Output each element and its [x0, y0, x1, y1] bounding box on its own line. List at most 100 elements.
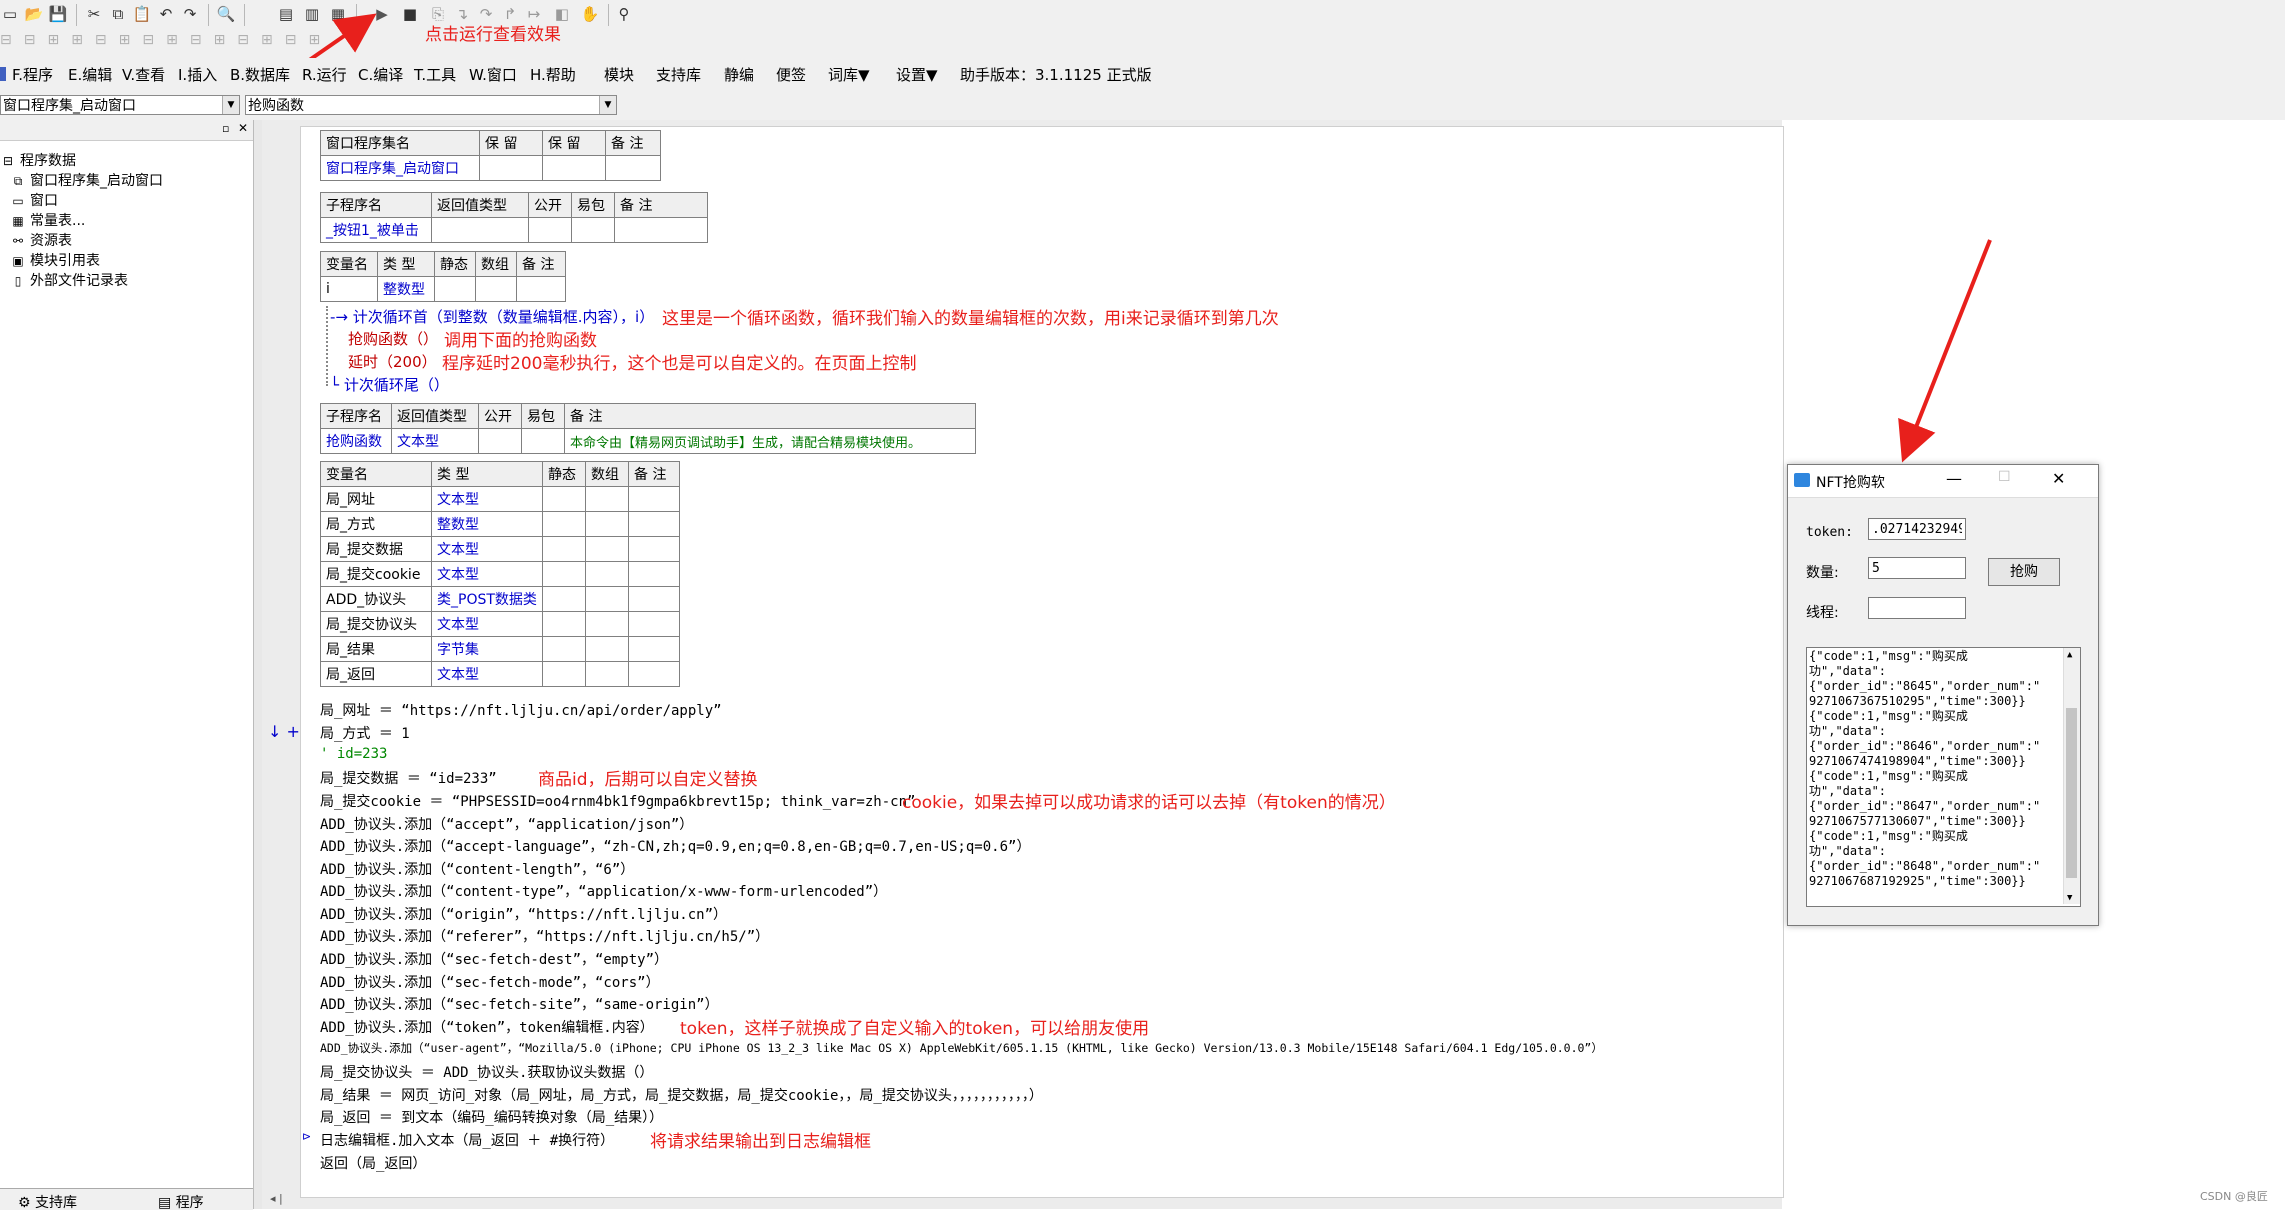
close-icon[interactable]: ✕ — [238, 121, 248, 135]
window-titlebar[interactable]: NFT抢购软 — ☐ ✕ — [1788, 465, 2098, 498]
menu-run[interactable]: R.运行 — [302, 64, 347, 85]
tab-program[interactable]: ▤ 程序 — [158, 1192, 204, 1212]
table-cell[interactable] — [542, 536, 586, 562]
code-line[interactable]: ADD_协议头.添加（“accept”，“application/json”） — [320, 814, 693, 834]
table-cell[interactable] — [585, 636, 629, 662]
table-cell[interactable] — [614, 217, 708, 243]
menu-file[interactable]: F.程序 — [12, 64, 53, 85]
menu-compile[interactable]: C.编译 — [358, 64, 403, 85]
pin-icon[interactable]: ▫ — [222, 122, 229, 135]
var-type-cell[interactable]: 字节集 — [431, 636, 543, 662]
code-line[interactable]: 局_返回 ＝ 到文本（编码_编码转换对象（局_结果）） — [320, 1107, 663, 1127]
sub-name-cell[interactable]: 抢购函数 — [320, 428, 392, 454]
sub-name-cell[interactable]: _按钮1_被单击 — [320, 217, 432, 243]
token-input[interactable] — [1868, 518, 1966, 540]
menu-static[interactable]: 静编 — [724, 64, 754, 85]
var-name-cell[interactable]: 局_结果 — [320, 636, 432, 662]
var-type-cell[interactable]: 整数型 — [377, 276, 435, 302]
table-cell[interactable] — [628, 486, 680, 512]
code-line[interactable]: ADD_协议头.添加（“sec-fetch-dest”，“empty”） — [320, 949, 668, 969]
var-type-cell[interactable]: 类_POST数据类 — [431, 586, 543, 612]
var-name-cell[interactable]: 局_提交协议头 — [320, 611, 432, 637]
table-cell[interactable] — [585, 511, 629, 537]
buy-button[interactable]: 抢购 — [1988, 558, 2060, 586]
menu-settings[interactable]: 设置▼ — [896, 64, 938, 85]
tree-item-resources[interactable]: ⚯ 资源表 — [10, 230, 72, 250]
code-line[interactable]: ' id=233 — [320, 746, 387, 762]
menu-database[interactable]: B.数据库 — [230, 64, 290, 85]
expand-icon[interactable]: ⊳ — [302, 1130, 311, 1143]
table-cell[interactable] — [431, 217, 529, 243]
menu-tools[interactable]: T.工具 — [414, 64, 456, 85]
tree-item-assembly[interactable]: ⧉ 窗口程序集_启动窗口 — [10, 170, 163, 190]
tab-support-lib[interactable]: ⚙ 支持库 — [18, 1192, 77, 1212]
table-cell[interactable] — [628, 661, 680, 687]
table-cell[interactable] — [585, 561, 629, 587]
table-cell[interactable] — [628, 561, 680, 587]
var-name-cell[interactable]: 局_提交数据 — [320, 536, 432, 562]
menu-insert[interactable]: I.插入 — [178, 64, 217, 85]
maximize-icon[interactable]: ☐ — [1998, 469, 2011, 485]
splitter[interactable] — [254, 120, 262, 1209]
var-type-cell[interactable]: 文本型 — [431, 536, 543, 562]
code-line[interactable]: 局_结果 ＝ 网页_访问_对象（局_网址，局_方式，局_提交数据，局_提交coo… — [320, 1085, 1043, 1105]
code-line[interactable]: 返回（局_返回） — [320, 1153, 426, 1173]
scroll-up-icon[interactable]: ▲ — [2067, 648, 2072, 663]
var-name-cell[interactable]: ADD_协议头 — [320, 586, 432, 612]
table-cell[interactable] — [628, 636, 680, 662]
table-cell[interactable] — [528, 217, 572, 243]
table-cell[interactable] — [542, 586, 586, 612]
code-line[interactable]: ADD_协议头.添加（“content-length”，“6”） — [320, 859, 634, 879]
table-cell[interactable] — [628, 511, 680, 537]
var-type-cell[interactable]: 文本型 — [431, 611, 543, 637]
code-line[interactable]: ADD_协议头.添加（“sec-fetch-mode”，“cors”） — [320, 972, 660, 992]
menu-view[interactable]: V.查看 — [122, 64, 165, 85]
code-line[interactable]: ADD_协议头.添加（“accept-language”，“zh-CN,zh;q… — [320, 836, 1030, 856]
table-cell[interactable] — [542, 486, 586, 512]
var-type-cell[interactable]: 文本型 — [431, 661, 543, 687]
var-name-cell[interactable]: i — [320, 276, 378, 302]
menu-notes[interactable]: 便签 — [776, 64, 806, 85]
code-line[interactable]: 局_提交cookie ＝ “PHPSESSID=oo4rnm4bk1f9gmpa… — [320, 791, 915, 811]
var-type-cell[interactable]: 文本型 — [431, 486, 543, 512]
thread-input[interactable] — [1868, 597, 1966, 619]
code-line[interactable]: ADD_协议头.添加（“user-agent”，“Mozilla/5.0 (iP… — [320, 1040, 1603, 1056]
menu-window[interactable]: W.窗口 — [469, 64, 517, 85]
menu-help[interactable]: H.帮助 — [530, 64, 576, 85]
log-scrollbar[interactable]: ▲ ▼ — [2063, 648, 2080, 904]
close-icon[interactable]: ✕ — [2052, 469, 2065, 488]
code-line[interactable]: ADD_协议头.添加（“referer”，“https://nft.ljlju.… — [320, 926, 769, 946]
table-cell[interactable] — [585, 661, 629, 687]
menu-edit[interactable]: E.编辑 — [68, 64, 112, 85]
function-select[interactable]: 抢购函数 ▼ — [245, 95, 617, 115]
assembly-name-cell[interactable]: 窗口程序集_启动窗口 — [320, 155, 480, 181]
sub-note-cell[interactable]: 本命令由【精易网页调试助手】生成，请配合精易模块使用。 — [564, 428, 976, 454]
var-type-cell[interactable]: 整数型 — [431, 511, 543, 537]
table-cell[interactable] — [542, 511, 586, 537]
code-line[interactable]: 局_提交数据 ＝ “id=233” — [320, 768, 497, 788]
var-name-cell[interactable]: 局_网址 — [320, 486, 432, 512]
return-type-cell[interactable]: 文本型 — [391, 428, 479, 454]
var-name-cell[interactable]: 局_提交cookie — [320, 561, 432, 587]
scroll-left-icon[interactable]: ◂ | — [270, 1192, 310, 1209]
table-cell[interactable] — [479, 155, 543, 181]
qty-input[interactable] — [1868, 557, 1966, 579]
code-line[interactable]: 局_网址 ＝ “https://nft.ljlju.cn/api/order/a… — [320, 700, 722, 720]
assembly-select[interactable]: 窗口程序集_启动窗口 ▼ — [0, 95, 240, 115]
menu-module[interactable]: 模块 — [604, 64, 634, 85]
var-name-cell[interactable]: 局_方式 — [320, 511, 432, 537]
code-line[interactable]: ADD_协议头.添加（“sec-fetch-site”，“same-origin… — [320, 994, 719, 1014]
table-cell[interactable] — [434, 276, 476, 302]
code-line[interactable]: 局_方式 ＝ 1 — [320, 723, 410, 743]
table-cell[interactable] — [542, 155, 606, 181]
table-cell[interactable] — [542, 561, 586, 587]
scroll-thumb[interactable] — [2066, 708, 2077, 878]
table-cell[interactable] — [585, 536, 629, 562]
table-cell[interactable] — [542, 661, 586, 687]
tree-item-modules[interactable]: ▣ 模块引用表 — [10, 250, 100, 270]
menu-dictionary[interactable]: 词库▼ — [828, 64, 870, 85]
table-cell[interactable] — [628, 611, 680, 637]
table-cell[interactable] — [585, 486, 629, 512]
table-cell[interactable] — [521, 428, 565, 454]
tree-item-constants[interactable]: ▦ 常量表... — [10, 210, 85, 230]
